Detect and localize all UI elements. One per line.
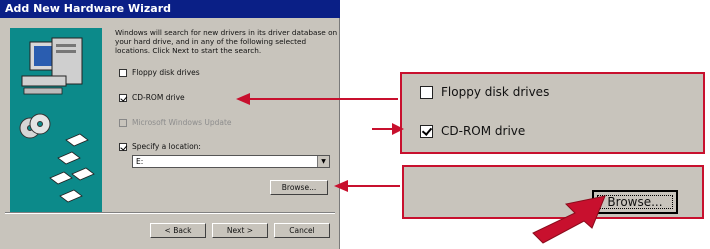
arrow-to-browse-head: [334, 180, 348, 192]
annotation-arrows: [236, 93, 606, 244]
arrow-to-cdrom-head: [236, 93, 250, 105]
arrow-into-zoom-head: [392, 123, 404, 135]
big-pointer-arrow: [532, 195, 606, 244]
